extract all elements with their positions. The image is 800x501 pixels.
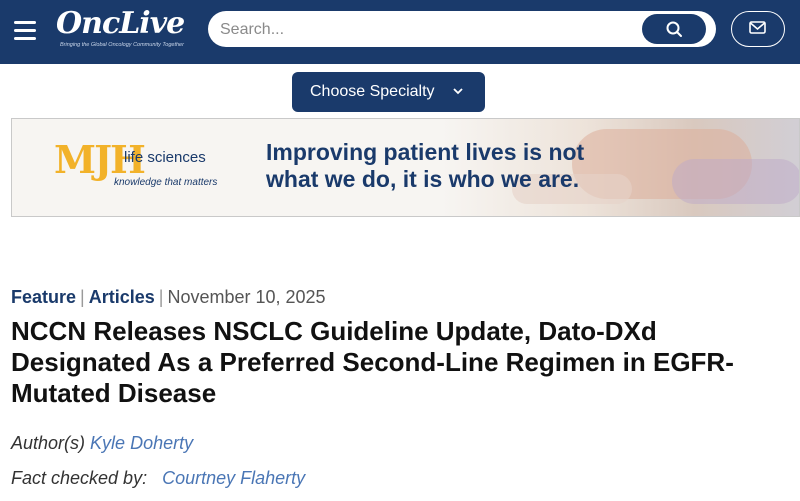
hamburger-menu-icon-line [14, 29, 36, 32]
choose-specialty-label: Choose Specialty [310, 83, 435, 100]
author-link[interactable]: Kyle Doherty [90, 433, 193, 453]
banner-photo-sleeve [672, 159, 799, 204]
search-input[interactable] [218, 11, 642, 49]
article-authors: Author(s) Kyle Doherty [11, 433, 193, 454]
hamburger-menu-icon [14, 21, 36, 24]
chevron-down-icon [453, 88, 463, 95]
advertisement-banner[interactable]: MJH life sciences knowledge that matters… [11, 118, 800, 217]
fact-checker-link[interactable]: Courtney Flaherty [162, 468, 305, 488]
article-title: NCCN Releases NSCLC Guideline Update, Da… [11, 316, 734, 408]
authors-label: Author(s) [11, 433, 86, 453]
search-button[interactable] [642, 14, 706, 44]
fact-checked-label: Fact checked by: [11, 468, 148, 488]
meta-separator: | [158, 287, 164, 307]
logo-tagline: Bringing the Global Oncology Community T… [60, 42, 184, 48]
category-articles-link[interactable]: Articles [89, 287, 155, 307]
publish-date: November 10, 2025 [167, 287, 326, 307]
hamburger-menu-icon-line [14, 37, 36, 40]
hamburger-menu-button[interactable] [12, 18, 38, 44]
banner-headline: Improving patient lives is not what we d… [266, 139, 585, 192]
fact-checked-by: Fact checked by: Courtney Flaherty [11, 468, 305, 489]
article-meta: Feature | Articles | November 10, 2025 [11, 287, 326, 308]
logo-wordmark: OncLive [56, 6, 185, 41]
choose-specialty-dropdown[interactable]: Choose Specialty [292, 72, 485, 112]
top-navigation-bar: OncLive Bringing the Global Oncology Com… [0, 0, 800, 64]
brand-name: life sciences [124, 149, 206, 166]
onclive-logo[interactable]: OncLive Bringing the Global Oncology Com… [56, 6, 196, 58]
mail-icon [749, 21, 766, 34]
category-feature-link[interactable]: Feature [11, 287, 76, 307]
search-icon [666, 21, 682, 37]
newsletter-button[interactable] [731, 11, 785, 47]
meta-separator: | [80, 287, 85, 307]
brand-tagline: knowledge that matters [114, 177, 218, 188]
search-bar [208, 11, 716, 49]
